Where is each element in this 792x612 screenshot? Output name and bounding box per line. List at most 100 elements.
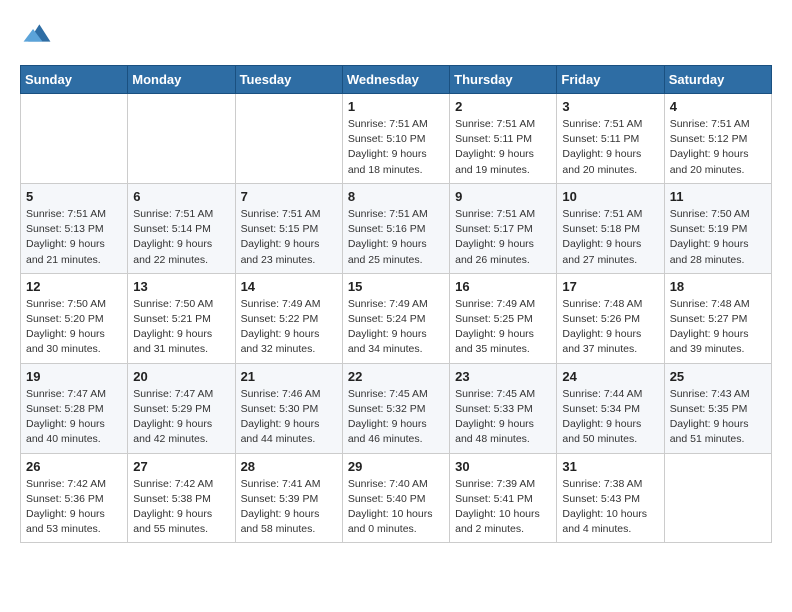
calendar-cell: 3Sunrise: 7:51 AM Sunset: 5:11 PM Daylig… — [557, 94, 664, 184]
weekday-header: Friday — [557, 66, 664, 94]
calendar-cell: 10Sunrise: 7:51 AM Sunset: 5:18 PM Dayli… — [557, 183, 664, 273]
day-number: 26 — [26, 459, 122, 474]
calendar-cell: 1 Sunrise: 7:51 AM Sunset: 5:10 PM Daylig… — [342, 94, 449, 184]
day-number: 6 — [133, 189, 229, 204]
logo-icon — [22, 18, 52, 48]
day-number: 12 — [26, 279, 122, 294]
day-number: 27 — [133, 459, 229, 474]
logo — [20, 18, 52, 55]
weekday-header-row: SundayMondayTuesdayWednesdayThursdayFrid… — [21, 66, 772, 94]
calendar-cell: 31 Sunrise: 7:38 AM Sunset: 5:43 PM Dayli… — [557, 453, 664, 543]
day-number: 4 — [670, 99, 766, 114]
day-info: Sunrise: 7:49 AM Sunset: 5:25 PM Dayligh… — [455, 297, 551, 358]
calendar: SundayMondayTuesdayWednesdayThursdayFrid… — [20, 65, 772, 543]
day-info: Sunrise: 7:51 AM Sunset: 5:11 PM Dayligh… — [562, 117, 658, 178]
day-info: Sunrise: 7:50 AM Sunset: 5:19 PM Dayligh… — [670, 207, 766, 268]
day-info: Sunrise: 7:51 AM Sunset: 5:15 PM Dayligh… — [241, 207, 337, 268]
calendar-week-row: 1 Sunrise: 7:51 AM Sunset: 5:10 PM Daylig… — [21, 94, 772, 184]
day-number: 15 — [348, 279, 444, 294]
day-number: 8 — [348, 189, 444, 204]
calendar-cell: 17Sunrise: 7:48 AM Sunset: 5:26 PM Dayli… — [557, 273, 664, 363]
day-info: Sunrise: 7:43 AM Sunset: 5:35 PM Dayligh… — [670, 387, 766, 448]
weekday-header: Tuesday — [235, 66, 342, 94]
day-info: Sunrise: 7:45 AM Sunset: 5:32 PM Dayligh… — [348, 387, 444, 448]
day-number: 2 — [455, 99, 551, 114]
day-number: 1 — [348, 99, 444, 114]
calendar-cell: 28 Sunrise: 7:41 AM Sunset: 5:39 PM Dayli… — [235, 453, 342, 543]
day-number: 25 — [670, 369, 766, 384]
calendar-week-row: 26 Sunrise: 7:42 AM Sunset: 5:36 PM Dayli… — [21, 453, 772, 543]
day-info: Sunrise: 7:46 AM Sunset: 5:30 PM Dayligh… — [241, 387, 337, 448]
day-info: Sunrise: 7:38 AM Sunset: 5:43 PM Dayligh… — [562, 477, 658, 538]
calendar-cell: 11 Sunrise: 7:50 AM Sunset: 5:19 PM Dayli… — [664, 183, 771, 273]
day-info: Sunrise: 7:41 AM Sunset: 5:39 PM Dayligh… — [241, 477, 337, 538]
calendar-cell: 4 Sunrise: 7:51 AM Sunset: 5:12 PM Daylig… — [664, 94, 771, 184]
day-info: Sunrise: 7:48 AM Sunset: 5:27 PM Dayligh… — [670, 297, 766, 358]
calendar-cell: 14 Sunrise: 7:49 AM Sunset: 5:22 PM Dayli… — [235, 273, 342, 363]
day-number: 31 — [562, 459, 658, 474]
calendar-cell: 23 Sunrise: 7:45 AM Sunset: 5:33 PM Dayli… — [450, 363, 557, 453]
day-info: Sunrise: 7:51 AM Sunset: 5:14 PM Dayligh… — [133, 207, 229, 268]
calendar-cell: 20 Sunrise: 7:47 AM Sunset: 5:29 PM Dayli… — [128, 363, 235, 453]
day-info: Sunrise: 7:51 AM Sunset: 5:13 PM Dayligh… — [26, 207, 122, 268]
calendar-cell: 30Sunrise: 7:39 AM Sunset: 5:41 PM Dayli… — [450, 453, 557, 543]
day-info: Sunrise: 7:49 AM Sunset: 5:22 PM Dayligh… — [241, 297, 337, 358]
calendar-cell: 26 Sunrise: 7:42 AM Sunset: 5:36 PM Dayli… — [21, 453, 128, 543]
day-number: 18 — [670, 279, 766, 294]
day-info: Sunrise: 7:51 AM Sunset: 5:17 PM Dayligh… — [455, 207, 551, 268]
calendar-cell: 27 Sunrise: 7:42 AM Sunset: 5:38 PM Dayli… — [128, 453, 235, 543]
day-number: 14 — [241, 279, 337, 294]
day-info: Sunrise: 7:49 AM Sunset: 5:24 PM Dayligh… — [348, 297, 444, 358]
calendar-cell: 18 Sunrise: 7:48 AM Sunset: 5:27 PM Dayli… — [664, 273, 771, 363]
calendar-cell: 7Sunrise: 7:51 AM Sunset: 5:15 PM Daylig… — [235, 183, 342, 273]
calendar-cell: 9Sunrise: 7:51 AM Sunset: 5:17 PM Daylig… — [450, 183, 557, 273]
calendar-cell — [128, 94, 235, 184]
weekday-header: Sunday — [21, 66, 128, 94]
calendar-cell: 25 Sunrise: 7:43 AM Sunset: 5:35 PM Dayli… — [664, 363, 771, 453]
calendar-cell: 22 Sunrise: 7:45 AM Sunset: 5:32 PM Dayli… — [342, 363, 449, 453]
calendar-cell: 24Sunrise: 7:44 AM Sunset: 5:34 PM Dayli… — [557, 363, 664, 453]
calendar-cell: 13 Sunrise: 7:50 AM Sunset: 5:21 PM Dayli… — [128, 273, 235, 363]
day-number: 29 — [348, 459, 444, 474]
calendar-cell — [664, 453, 771, 543]
weekday-header: Thursday — [450, 66, 557, 94]
day-info: Sunrise: 7:40 AM Sunset: 5:40 PM Dayligh… — [348, 477, 444, 538]
day-info: Sunrise: 7:51 AM Sunset: 5:11 PM Dayligh… — [455, 117, 551, 178]
calendar-week-row: 5Sunrise: 7:51 AM Sunset: 5:13 PM Daylig… — [21, 183, 772, 273]
day-info: Sunrise: 7:50 AM Sunset: 5:20 PM Dayligh… — [26, 297, 122, 358]
day-info: Sunrise: 7:47 AM Sunset: 5:29 PM Dayligh… — [133, 387, 229, 448]
calendar-cell: 19 Sunrise: 7:47 AM Sunset: 5:28 PM Dayli… — [21, 363, 128, 453]
header — [20, 18, 772, 55]
day-info: Sunrise: 7:51 AM Sunset: 5:12 PM Dayligh… — [670, 117, 766, 178]
calendar-cell: 2 Sunrise: 7:51 AM Sunset: 5:11 PM Daylig… — [450, 94, 557, 184]
day-info: Sunrise: 7:51 AM Sunset: 5:16 PM Dayligh… — [348, 207, 444, 268]
calendar-week-row: 12 Sunrise: 7:50 AM Sunset: 5:20 PM Dayli… — [21, 273, 772, 363]
day-info: Sunrise: 7:45 AM Sunset: 5:33 PM Dayligh… — [455, 387, 551, 448]
day-info: Sunrise: 7:42 AM Sunset: 5:38 PM Dayligh… — [133, 477, 229, 538]
day-info: Sunrise: 7:51 AM Sunset: 5:10 PM Dayligh… — [348, 117, 444, 178]
day-number: 23 — [455, 369, 551, 384]
day-number: 11 — [670, 189, 766, 204]
day-number: 13 — [133, 279, 229, 294]
weekday-header: Monday — [128, 66, 235, 94]
day-number: 30 — [455, 459, 551, 474]
calendar-cell: 8 Sunrise: 7:51 AM Sunset: 5:16 PM Daylig… — [342, 183, 449, 273]
day-number: 17 — [562, 279, 658, 294]
day-number: 19 — [26, 369, 122, 384]
calendar-cell — [235, 94, 342, 184]
calendar-cell: 21Sunrise: 7:46 AM Sunset: 5:30 PM Dayli… — [235, 363, 342, 453]
weekday-header: Wednesday — [342, 66, 449, 94]
day-info: Sunrise: 7:42 AM Sunset: 5:36 PM Dayligh… — [26, 477, 122, 538]
page: SundayMondayTuesdayWednesdayThursdayFrid… — [0, 0, 792, 612]
day-info: Sunrise: 7:50 AM Sunset: 5:21 PM Dayligh… — [133, 297, 229, 358]
day-number: 28 — [241, 459, 337, 474]
day-info: Sunrise: 7:51 AM Sunset: 5:18 PM Dayligh… — [562, 207, 658, 268]
calendar-cell — [21, 94, 128, 184]
calendar-cell: 12 Sunrise: 7:50 AM Sunset: 5:20 PM Dayli… — [21, 273, 128, 363]
day-info: Sunrise: 7:47 AM Sunset: 5:28 PM Dayligh… — [26, 387, 122, 448]
day-number: 20 — [133, 369, 229, 384]
calendar-cell: 15 Sunrise: 7:49 AM Sunset: 5:24 PM Dayli… — [342, 273, 449, 363]
day-info: Sunrise: 7:44 AM Sunset: 5:34 PM Dayligh… — [562, 387, 658, 448]
calendar-cell: 29 Sunrise: 7:40 AM Sunset: 5:40 PM Dayli… — [342, 453, 449, 543]
day-number: 22 — [348, 369, 444, 384]
